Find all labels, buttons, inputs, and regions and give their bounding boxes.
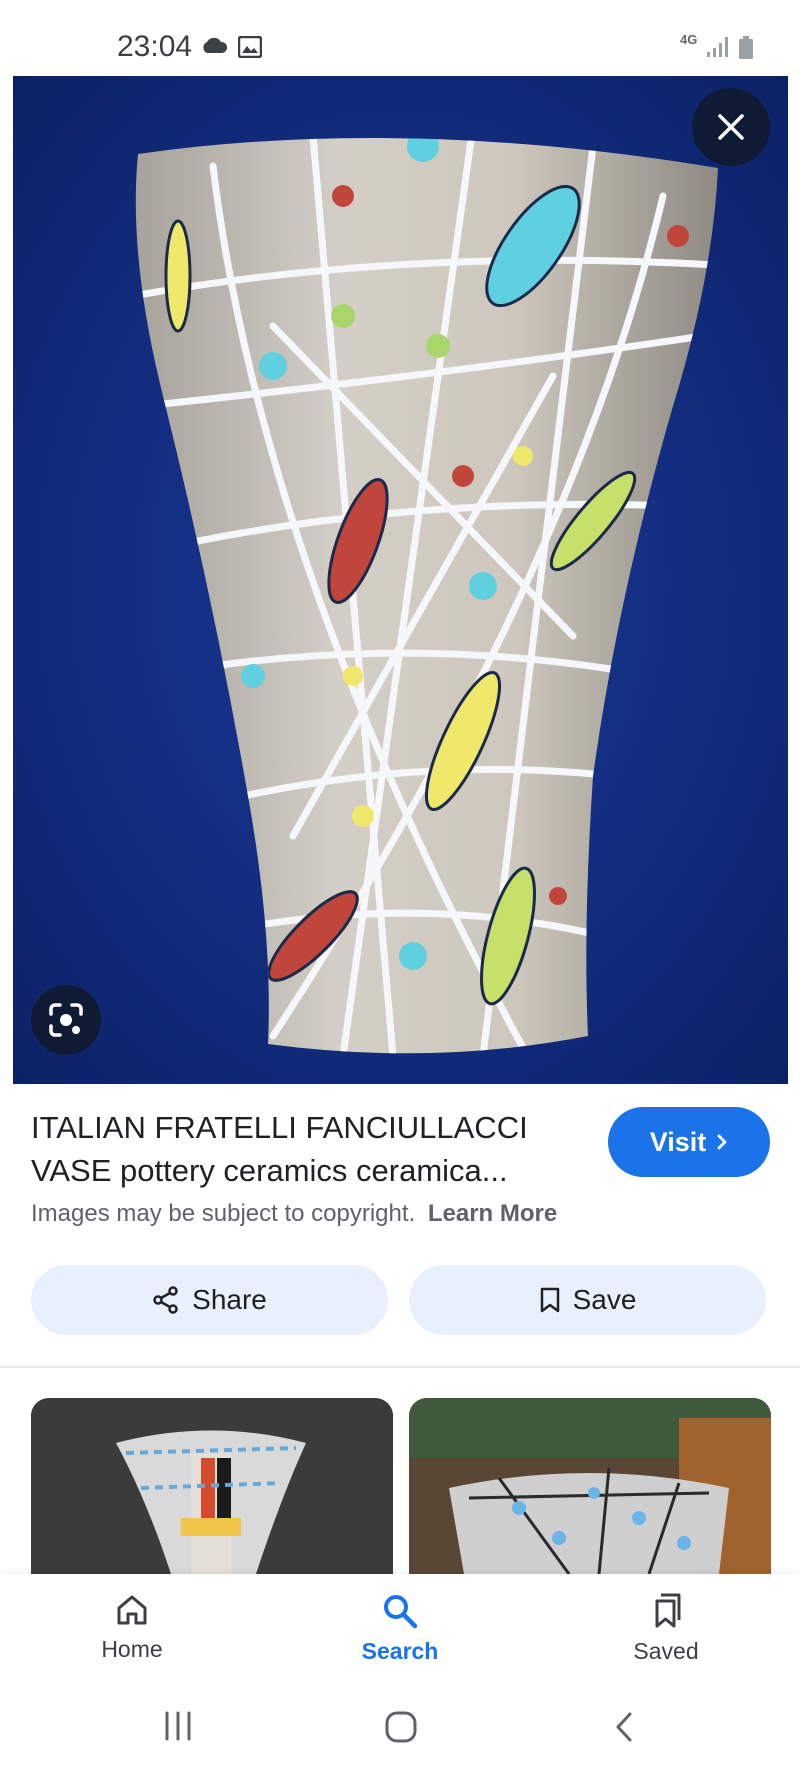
bottom-navigation: Home Search Saved [0, 1574, 800, 1684]
related-image-2[interactable] [409, 1398, 771, 1574]
bookmark-icon [540, 1287, 559, 1313]
lens-icon [49, 1003, 83, 1037]
search-icon [384, 1595, 418, 1629]
home-button-icon[interactable] [384, 1710, 418, 1749]
save-button[interactable]: Save [409, 1265, 766, 1335]
chevron-right-icon [717, 1134, 727, 1150]
related-image-1[interactable] [31, 1398, 393, 1574]
result-title-line-1: ITALIAN FRATELLI FANCIULLACCI [31, 1110, 528, 1145]
nav-home[interactable]: Home [52, 1592, 212, 1663]
share-button[interactable]: Share [31, 1265, 388, 1335]
close-icon [718, 114, 744, 140]
signal-icon [706, 36, 730, 63]
gallery-icon [237, 35, 263, 63]
nav-saved-label: Saved [633, 1638, 699, 1664]
visit-label: Visit [649, 1126, 707, 1157]
copyright-text: Images may be subject to copyright. [31, 1200, 416, 1227]
nav-search[interactable]: Search [320, 1592, 480, 1665]
back-icon[interactable] [612, 1710, 636, 1749]
battery-icon [738, 36, 754, 65]
network-type: 4G [680, 32, 698, 47]
close-button[interactable] [692, 88, 770, 166]
saved-icon [655, 1593, 681, 1628]
share-icon [153, 1286, 178, 1314]
nav-search-label: Search [361, 1638, 439, 1664]
related-vase-image-2 [409, 1398, 771, 1574]
divider [0, 1366, 800, 1368]
status-bar: 23:04 4G [0, 0, 800, 76]
nav-saved[interactable]: Saved [586, 1592, 746, 1665]
nav-home-label: Home [101, 1636, 163, 1662]
system-navigation-bar [0, 1684, 800, 1777]
visit-button[interactable]: Visit [608, 1107, 770, 1177]
status-time: 23:04 [117, 30, 193, 63]
cloud-icon [200, 36, 228, 59]
lens-button[interactable] [31, 985, 101, 1055]
result-title[interactable]: ITALIAN FRATELLI FANCIULLACCI VASE potte… [31, 1106, 586, 1192]
result-image[interactable] [13, 76, 788, 1084]
share-label: Share [192, 1284, 267, 1315]
recent-apps-icon[interactable] [162, 1710, 194, 1747]
related-vase-image-1 [31, 1398, 393, 1574]
result-title-line-2: VASE pottery ceramics ceramica... [31, 1153, 508, 1188]
home-icon [117, 1595, 147, 1625]
copyright-notice: Images may be subject to copyright. Lear… [31, 1200, 557, 1228]
save-label: Save [572, 1284, 637, 1315]
learn-more-link[interactable]: Learn More [428, 1200, 557, 1227]
vase-illustration [13, 76, 788, 1084]
